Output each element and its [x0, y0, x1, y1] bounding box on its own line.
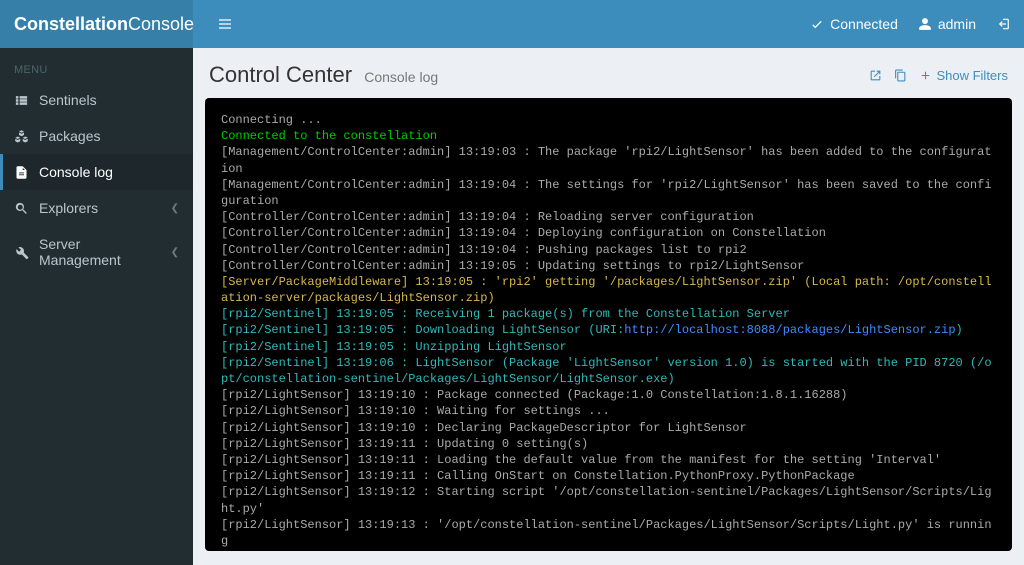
log-line: [rpi2/LightSensor] 13:19:13 : '/opt/cons…: [221, 517, 996, 549]
header-actions: Show Filters: [869, 68, 1008, 83]
log-line: [rpi2/LightSensor] 13:19:12 : Starting s…: [221, 484, 996, 516]
log-line: [rpi2/LightSensor] 13:19:11 : Loading th…: [221, 452, 996, 468]
wrench-icon: [14, 245, 29, 260]
sidebar-item-console-log[interactable]: Console log: [0, 154, 193, 190]
sidebar-item-explorers[interactable]: Explorers ❮: [0, 190, 193, 226]
open-external-button[interactable]: [869, 69, 882, 82]
sidebar-nav: SentinelsPackagesConsole logExplorers❮Se…: [0, 82, 193, 278]
log-line: [Controller/ControlCenter:admin] 13:19:0…: [221, 209, 996, 225]
sidebar-item-label: Explorers: [39, 200, 98, 216]
sidebar-item-server-management[interactable]: Server Management ❮: [0, 226, 193, 278]
sidebar-item-label: Server Management: [39, 236, 161, 268]
connection-status[interactable]: Connected: [810, 16, 898, 32]
log-line: [rpi2/LightSensor] 13:19:16 : LightSenso…: [221, 549, 996, 551]
log-line: [rpi2/LightSensor] 13:19:11 : Updating 0…: [221, 436, 996, 452]
log-line: [rpi2/LightSensor] 13:19:11 : Calling On…: [221, 468, 996, 484]
show-filters-button[interactable]: Show Filters: [919, 68, 1008, 83]
sign-out-button[interactable]: [996, 17, 1010, 31]
topbar-right: Connected admin: [193, 0, 1024, 48]
cubes-icon: [14, 129, 29, 144]
log-line: [Management/ControlCenter:admin] 13:19:0…: [221, 144, 996, 176]
sidebar-item-label: Sentinels: [39, 92, 97, 108]
plus-icon: [919, 69, 932, 82]
sidebar-menu-header: MENU: [0, 56, 193, 82]
log-line: [rpi2/Sentinel] 13:19:06 : LightSensor (…: [221, 355, 996, 387]
chevron-left-icon: ❮: [171, 247, 179, 258]
sidebar-item-label: Console log: [39, 164, 113, 180]
topbar: ConstellationConsole Connected admin: [0, 0, 1024, 48]
connected-label: Connected: [830, 16, 898, 32]
username-label: admin: [938, 16, 976, 32]
list-icon: [14, 93, 29, 108]
check-icon: [810, 17, 824, 31]
log-line: Connecting ...: [221, 112, 996, 128]
main-content: Control Center Console log Show Filters …: [193, 48, 1024, 565]
sidebar-item-sentinels[interactable]: Sentinels: [0, 82, 193, 118]
log-line: [Controller/ControlCenter:admin] 13:19:0…: [221, 225, 996, 241]
search-icon: [14, 201, 29, 216]
page-title: Control Center Console log: [209, 62, 438, 88]
log-line: [Controller/ControlCenter:admin] 13:19:0…: [221, 242, 996, 258]
log-line: [rpi2/Sentinel] 13:19:05 : Unzipping Lig…: [221, 339, 996, 355]
content-header: Control Center Console log Show Filters: [205, 62, 1012, 88]
user-icon: [918, 17, 932, 31]
log-line: Connected to the constellation: [221, 128, 996, 144]
log-line: [Server/PackageMiddleware] 13:19:05 : 'r…: [221, 274, 996, 306]
log-line: [rpi2/LightSensor] 13:19:10 : Waiting fo…: [221, 403, 996, 419]
console-log[interactable]: Connecting ...Connected to the constella…: [205, 98, 1012, 551]
log-line: [rpi2/LightSensor] 13:19:10 : Package co…: [221, 387, 996, 403]
page-subtitle: Console log: [364, 69, 438, 85]
sidebar-item-label: Packages: [39, 128, 100, 144]
log-line: [rpi2/Sentinel] 13:19:05 : Receiving 1 p…: [221, 306, 996, 322]
log-line: [Controller/ControlCenter:admin] 13:19:0…: [221, 258, 996, 274]
log-line: [rpi2/LightSensor] 13:19:10 : Declaring …: [221, 420, 996, 436]
log-line: [rpi2/Sentinel] 13:19:05 : Downloading L…: [221, 322, 996, 338]
sidebar-item-packages[interactable]: Packages: [0, 118, 193, 154]
sidebar: MENU Sentinels Packages Console log Explore…: [0, 48, 193, 565]
file-icon: [14, 165, 29, 180]
app-logo[interactable]: ConstellationConsole: [0, 0, 193, 48]
chevron-left-icon: ❮: [171, 203, 179, 214]
user-menu[interactable]: admin: [918, 16, 976, 32]
menu-toggle-button[interactable]: [207, 16, 243, 32]
log-link[interactable]: http://localhost:8088/packages/LightSens…: [624, 323, 955, 337]
user-nav: Connected admin: [810, 16, 1010, 32]
log-line: [Management/ControlCenter:admin] 13:19:0…: [221, 177, 996, 209]
copy-button[interactable]: [894, 69, 907, 82]
